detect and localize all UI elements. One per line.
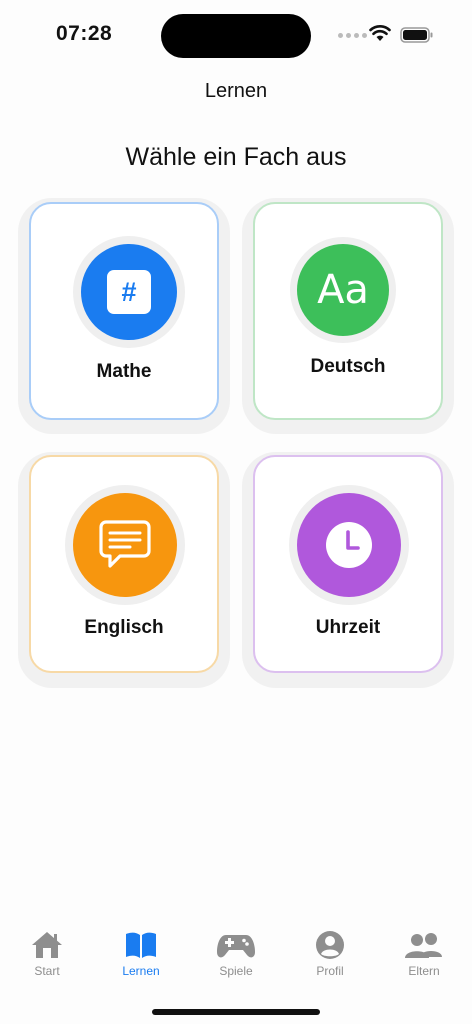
signal-dots-icon [338, 33, 367, 38]
wifi-icon [369, 25, 391, 41]
home-indicator [152, 1009, 320, 1015]
subject-card-deutsch[interactable]: Aa Deutsch [253, 202, 443, 420]
house-icon [32, 932, 62, 958]
subject-circle [73, 493, 177, 597]
tab-spiele[interactable]: Spiele [196, 930, 276, 990]
tab-label: Profil [316, 964, 344, 978]
tab-label: Eltern [408, 964, 440, 978]
subject-card-englisch[interactable]: Englisch [29, 455, 219, 673]
battery-icon [400, 27, 433, 43]
status-time: 07:28 [56, 22, 113, 45]
tab-label: Lernen [122, 964, 160, 978]
tab-start[interactable]: Start [7, 930, 87, 990]
subject-label: Englisch [84, 617, 164, 638]
book-icon [126, 932, 156, 958]
subject-label: Mathe [96, 361, 152, 382]
text-aa-icon: Aa [317, 267, 369, 313]
gamepad-icon [217, 935, 255, 958]
subject-circle: # [81, 244, 177, 340]
tab-eltern[interactable]: Eltern [384, 930, 464, 990]
tab-label: Start [34, 964, 60, 978]
nav-title: Lernen [204, 80, 268, 102]
subject-label: Deutsch [310, 356, 386, 377]
tab-profil[interactable]: Profil [290, 930, 370, 990]
status-bar: 07:28 [0, 0, 472, 70]
dynamic-island [161, 14, 311, 58]
hash-icon: # [107, 270, 151, 314]
tab-lernen[interactable]: Lernen [101, 930, 181, 990]
subject-card-uhrzeit[interactable]: Uhrzeit [253, 455, 443, 673]
people-icon [405, 933, 442, 958]
clock-icon [326, 522, 372, 568]
speech-bubble-icon [99, 520, 151, 568]
subject-circle [297, 493, 401, 597]
page-heading: Wähle ein Fach aus [125, 143, 347, 171]
svg-text:#: # [121, 277, 136, 307]
subject-label: Uhrzeit [315, 617, 381, 638]
tab-label: Spiele [219, 964, 253, 978]
subject-circle: Aa [297, 244, 389, 336]
person-circle-icon [316, 931, 344, 959]
subject-card-mathe[interactable]: # Mathe [29, 202, 219, 420]
